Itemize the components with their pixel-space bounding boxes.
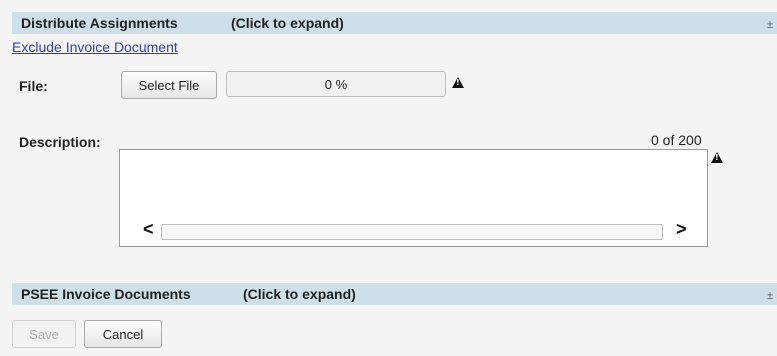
- expand-icon[interactable]: ±: [767, 14, 773, 36]
- section-title: PSEE Invoice Documents: [21, 286, 191, 302]
- warning-icon: [711, 152, 723, 163]
- scroll-right-icon[interactable]: >: [676, 220, 687, 238]
- scroll-left-icon[interactable]: <: [143, 220, 154, 238]
- section-hint: (Click to expand): [231, 15, 344, 31]
- expand-icon[interactable]: ±: [767, 285, 773, 307]
- select-file-button[interactable]: Select File: [121, 71, 217, 99]
- save-button[interactable]: Save: [12, 320, 76, 348]
- description-char-counter: 0 of 200: [651, 132, 702, 148]
- distribute-assignments-header[interactable]: Distribute Assignments (Click to expand)…: [12, 12, 777, 34]
- file-label: File:: [19, 78, 48, 94]
- section-hint: (Click to expand): [243, 286, 356, 302]
- psee-invoice-documents-header[interactable]: PSEE Invoice Documents (Click to expand)…: [12, 283, 777, 305]
- section-title: Distribute Assignments: [21, 15, 178, 31]
- description-textarea[interactable]: < >: [119, 149, 708, 247]
- description-label: Description:: [19, 134, 101, 150]
- warning-icon: [452, 77, 464, 88]
- cancel-button[interactable]: Cancel: [84, 320, 162, 348]
- upload-progress-text: 0 %: [324, 76, 348, 92]
- upload-progress-bar: 0 %: [226, 71, 446, 97]
- exclude-invoice-document-link[interactable]: Exclude Invoice Document: [12, 39, 178, 55]
- horizontal-scrollbar[interactable]: [161, 224, 663, 240]
